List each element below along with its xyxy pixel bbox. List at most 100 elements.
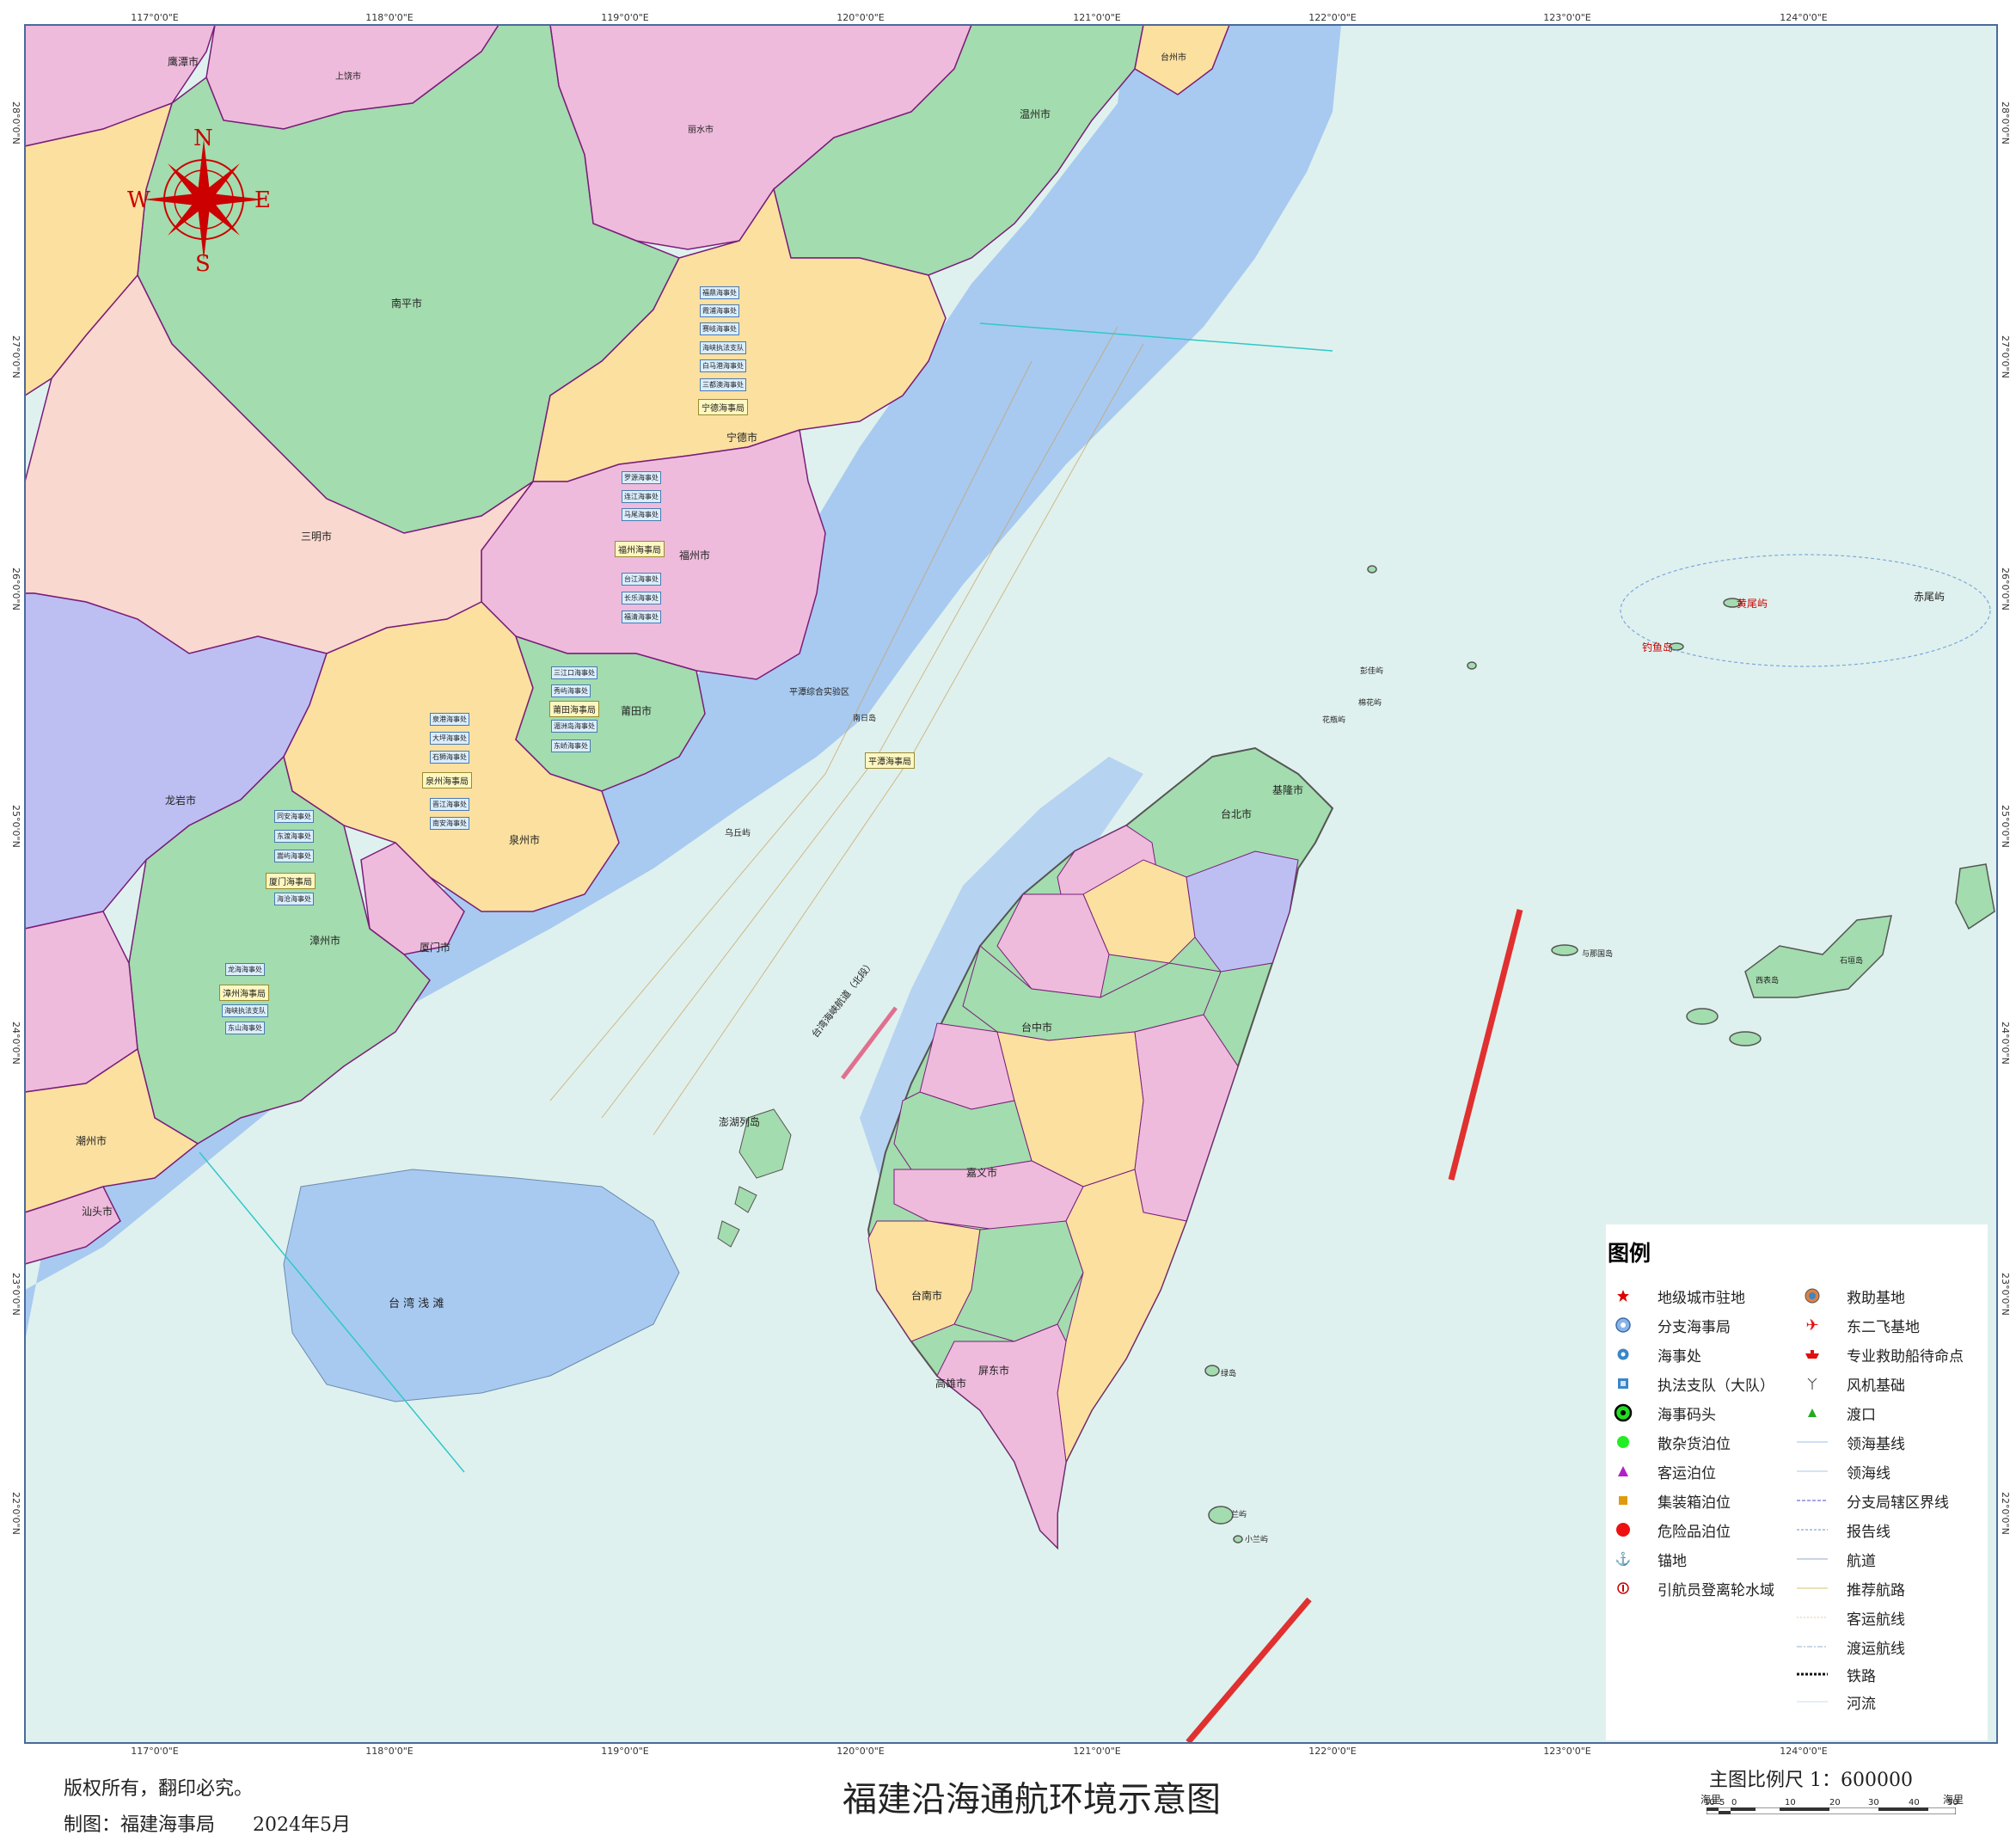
city-quanzhou: 泉州市 xyxy=(509,834,541,846)
lon-label-118-bottom: 118°0'0"E xyxy=(365,1746,414,1757)
label-lvdao: 绿岛 xyxy=(1221,1370,1237,1378)
lon-label-121-top: 121°0'0"E xyxy=(1073,12,1121,23)
lat-label-27-left: 27°0'0"N xyxy=(10,335,21,378)
msa-bureau-pingtan: 平潭海事局 xyxy=(865,752,915,769)
msa-office-quanzhou-3: 晋江海事处 xyxy=(430,798,469,811)
lon-label-119-bottom: 119°0'0"E xyxy=(601,1746,649,1757)
label-nanri: 南日岛 xyxy=(853,715,877,723)
msa-office-fuzhou-0: 罗源海事处 xyxy=(622,471,661,484)
city-sanming: 三明市 xyxy=(301,531,333,543)
msa-office-fuzhou-2: 马尾海事处 xyxy=(622,508,661,521)
msa-office-quanzhou-1: 大坪海事处 xyxy=(430,732,469,745)
container-berth-icon xyxy=(1608,1488,1639,1513)
lon-label-120-top: 120°0'0"E xyxy=(836,12,885,23)
baseline-icon xyxy=(1797,1429,1828,1455)
lon-label-123-top: 123°0'0"E xyxy=(1543,12,1591,23)
msa-bureau-quanzhou: 泉州海事局 xyxy=(422,772,472,789)
msa-office-north-5: 三都澳海事处 xyxy=(700,378,746,391)
producer-text: 制图：福建海事局 2024年5月 xyxy=(64,1814,351,1836)
passenger-berth-icon xyxy=(1608,1458,1639,1484)
legend-item: 领海线 xyxy=(1797,1458,1890,1484)
city-nanping: 南平市 xyxy=(391,298,423,310)
legend-item: 集装箱泊位 xyxy=(1608,1488,1731,1513)
legend-item: 河流 xyxy=(1797,1689,1876,1715)
scale-label: 主图比例尺 1：600000 xyxy=(1709,1770,1913,1791)
river-icon xyxy=(1797,1689,1828,1715)
legend-item: 危险品泊位 xyxy=(1608,1517,1731,1543)
city-taipei: 台北市 xyxy=(1221,808,1253,820)
city-tainan: 台南市 xyxy=(911,1290,943,1302)
rescue-base-icon xyxy=(1797,1283,1828,1309)
lat-label-23-left: 23°0'0"N xyxy=(10,1273,21,1316)
label-diaoyu: 钓鱼岛 xyxy=(1642,641,1674,654)
rescue-ship-icon xyxy=(1797,1341,1828,1367)
lon-label-123-bottom: 123°0'0"E xyxy=(1543,1746,1591,1757)
legend-item: 渡口 xyxy=(1797,1400,1876,1426)
msa-office-putian-1: 秀屿海事处 xyxy=(551,684,591,697)
legend-item: 地级城市驻地 xyxy=(1608,1283,1745,1309)
lon-label-124-bottom: 124°0'0"E xyxy=(1780,1746,1828,1757)
city-fuzhou: 福州市 xyxy=(679,549,711,562)
lat-label-24-left: 24°0'0"N xyxy=(10,1022,21,1065)
legend-item: 推荐航路 xyxy=(1797,1575,1905,1601)
legend-item: 分支海事局 xyxy=(1608,1312,1731,1338)
lat-label-25-right: 25°0'0"N xyxy=(2000,805,2011,848)
lon-label-121-bottom: 121°0'0"E xyxy=(1073,1746,1121,1757)
msa-office-north-2: 赛岐海事处 xyxy=(700,322,739,335)
legend-item: 专业救助船待命点 xyxy=(1797,1341,1964,1367)
bulk-berth-icon xyxy=(1608,1429,1639,1455)
legend-item: ✈ 东二飞基地 xyxy=(1797,1312,1920,1338)
city-wenzhou: 温州市 xyxy=(1020,108,1051,120)
lon-label-122-top: 122°0'0"E xyxy=(1308,12,1357,23)
msa-office-xiamen-2: 嵩屿海事处 xyxy=(274,850,314,862)
label-huaping: 花瓶屿 xyxy=(1322,716,1346,725)
msa-office-putian-0: 三江口海事处 xyxy=(551,666,597,679)
ferry-route-icon xyxy=(1797,1634,1828,1660)
enforcement-icon xyxy=(1608,1371,1639,1396)
legend-item: 执法支队（大队） xyxy=(1608,1371,1774,1396)
msa-office-putian-3: 东峤海事处 xyxy=(551,739,591,752)
label-mianhua: 棉花屿 xyxy=(1358,699,1382,708)
msa-office-north-3: 海峡执法支队 xyxy=(700,341,746,354)
msa-office-quanzhou-2: 石狮海事处 xyxy=(430,751,469,764)
city-yingtan: 鹰潭市 xyxy=(168,56,199,68)
city-pingtung: 屏东市 xyxy=(978,1365,1010,1377)
label-penghu: 澎湖列岛 xyxy=(719,1116,761,1128)
msa-bureau-putian: 莆田海事局 xyxy=(549,701,599,717)
city-shangrao: 上饶市 xyxy=(335,72,361,82)
anchor-icon: ⚓ xyxy=(1615,1551,1632,1567)
legend-item: 引航员登离轮水域 xyxy=(1608,1575,1774,1601)
label-chiwei: 赤尾屿 xyxy=(1914,591,1946,603)
lat-label-26-left: 26°0'0"N xyxy=(10,568,21,611)
city-shantou: 汕头市 xyxy=(82,1206,113,1218)
city-ningde: 宁德市 xyxy=(726,432,758,444)
label-iriomote: 西表岛 xyxy=(1756,977,1780,985)
city-lishui: 丽水市 xyxy=(688,126,714,135)
city-zhangzhou: 漳州市 xyxy=(309,935,341,947)
msa-office-fuzhou-4: 长乐海事处 xyxy=(622,592,661,604)
railway-icon xyxy=(1797,1661,1828,1687)
legend-item: 报告线 xyxy=(1797,1517,1890,1543)
lat-label-26-right: 26°0'0"N xyxy=(2000,568,2011,611)
city-chaozhou: 潮州市 xyxy=(76,1135,107,1147)
legend-item: 铁路 xyxy=(1797,1661,1876,1687)
map-title: 福建沿海通航环境示意图 xyxy=(843,1780,1221,1820)
legend-item: 领海基线 xyxy=(1797,1429,1905,1455)
lon-label-117-bottom: 117°0'0"E xyxy=(131,1746,179,1757)
branch-msa-icon xyxy=(1608,1312,1639,1338)
lon-label-124-top: 124°0'0"E xyxy=(1780,12,1828,23)
lat-label-24-right: 24°0'0"N xyxy=(2000,1022,2011,1065)
legend-panel: 图例 地级城市驻地 分支海事局 海事处 执法支队（大队） 海事码头 散杂货泊位 … xyxy=(1606,1224,1988,1740)
msa-office-zhangzhou-0: 龙海海事处 xyxy=(225,963,265,976)
city-longyan: 龙岩市 xyxy=(165,795,197,807)
lat-label-22-left: 22°0'0"N xyxy=(10,1492,21,1535)
label-lanyu: 兰屿 xyxy=(1231,1511,1247,1519)
msa-bureau-ningde: 宁德海事局 xyxy=(698,399,748,415)
hazard-berth-icon xyxy=(1608,1517,1639,1543)
ferry-icon xyxy=(1797,1400,1828,1426)
msa-office-xiamen-1: 东渡海事处 xyxy=(274,830,314,843)
city-taizhou: 台州市 xyxy=(1161,53,1186,63)
lon-label-122-bottom: 122°0'0"E xyxy=(1308,1746,1357,1757)
label-wuqiu: 乌丘屿 xyxy=(725,829,751,838)
city-kaohsiung: 高雄市 xyxy=(935,1378,967,1390)
